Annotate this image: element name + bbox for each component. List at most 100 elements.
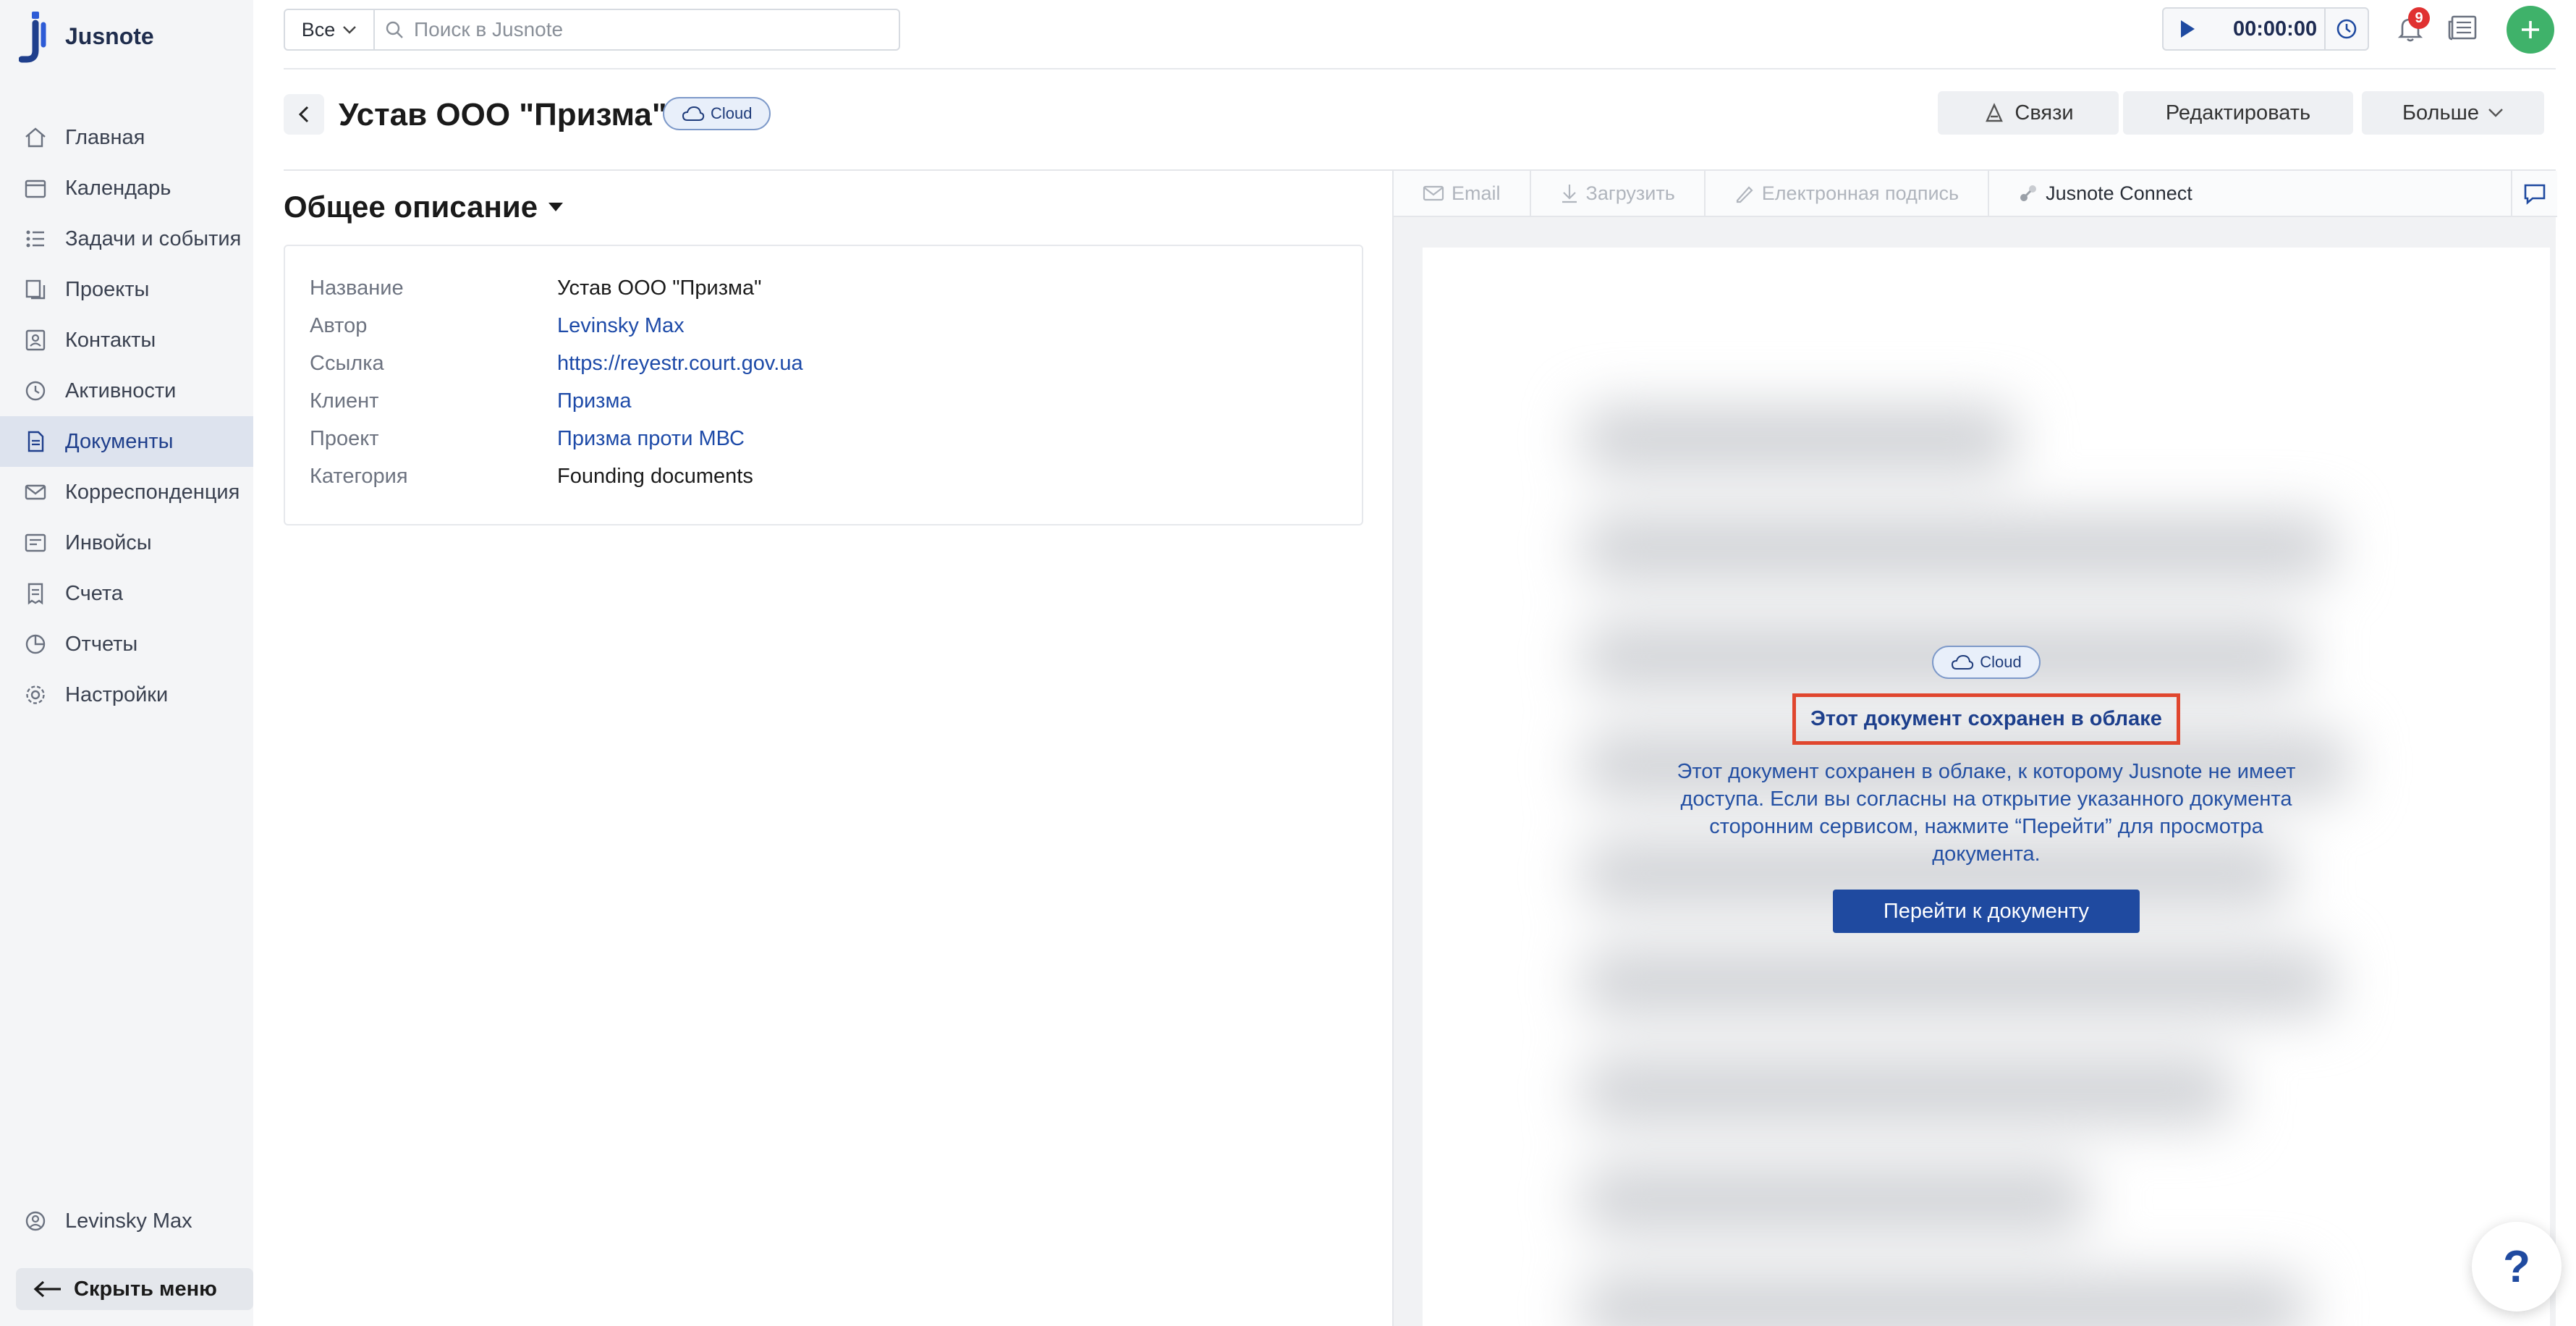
chevron-down-icon <box>2488 109 2503 117</box>
client-link[interactable]: Призма <box>557 389 632 421</box>
hide-menu-label: Скрыть меню <box>74 1277 217 1301</box>
activity-icon <box>25 381 46 401</box>
play-icon <box>2181 20 2195 38</box>
detail-row-author: Автор Levinsky Max <box>310 314 685 346</box>
user-icon <box>25 1211 46 1231</box>
detail-row-client: Клиент Призма <box>310 389 632 421</box>
detail-value: Founding documents <box>557 465 753 488</box>
create-new-button[interactable] <box>2507 6 2554 54</box>
general-description-toggle[interactable]: Общее описание <box>284 190 564 224</box>
email-button[interactable]: Email <box>1394 170 1531 216</box>
reports-icon <box>25 634 46 654</box>
bills-icon <box>27 583 43 605</box>
search-scope-select[interactable]: Все <box>285 10 375 49</box>
sidebar-item-label: Задачи и события <box>65 227 242 250</box>
viewer-toolbar: Email Загрузить Електронная подпись Jusn… <box>1394 170 2557 217</box>
sidebar-item-label: Настройки <box>65 683 169 706</box>
jusnote-connect-button[interactable]: Jusnote Connect <box>1989 170 2221 216</box>
hide-menu-button[interactable]: Скрыть меню <box>16 1268 253 1310</box>
app-logo[interactable]: Jusnote <box>19 9 154 64</box>
sidebar: Jusnote Главная Календарь Задачи и событ… <box>0 0 253 1326</box>
back-button[interactable] <box>284 94 324 135</box>
e-signature-label: Електронная подпись <box>1761 182 1959 204</box>
email-icon <box>1423 185 1444 201</box>
document-preview: Cloud Этот документ сохранен в облаке Эт… <box>1423 248 2550 1326</box>
detail-value: Устав ООО "Призма" <box>557 276 762 300</box>
sidebar-item-correspondence[interactable]: Корреспонденция <box>0 467 253 518</box>
details-card: Название Устав ООО "Призма" Автор Levins… <box>284 245 1363 525</box>
news-icon[interactable] <box>2447 14 2478 42</box>
download-button[interactable]: Загрузить <box>1531 170 1706 216</box>
cloud-badge: Cloud <box>1932 646 2041 679</box>
cloud-icon <box>682 106 705 121</box>
sidebar-item-activity[interactable]: Активности <box>0 366 253 416</box>
calendar-icon <box>25 180 46 198</box>
user-profile[interactable]: Levinsky Max <box>23 1209 192 1233</box>
search-icon <box>386 21 403 38</box>
app-name: Jusnote <box>65 22 154 49</box>
sidebar-item-projects[interactable]: Проекты <box>0 264 253 315</box>
cloud-icon <box>1952 654 1974 670</box>
notifications-badge: 9 <box>2408 7 2430 29</box>
e-signature-button[interactable]: Електронная подпись <box>1706 170 1990 216</box>
plus-icon <box>2522 21 2539 38</box>
timer-value: 00:00:00 <box>2233 17 2318 41</box>
sidebar-item-label: Отчеты <box>65 632 138 656</box>
detail-label: Категория <box>310 465 408 488</box>
comment-icon <box>2524 184 2546 205</box>
search-scope-value: Все <box>301 18 336 41</box>
sidebar-item-reports[interactable]: Отчеты <box>0 619 253 670</box>
tasks-icon <box>26 230 44 248</box>
edit-button[interactable]: Редактировать <box>2123 91 2353 135</box>
global-search: Все <box>284 9 900 51</box>
sidebar-item-calendar[interactable]: Календарь <box>0 163 253 214</box>
detail-label: Название <box>310 276 404 300</box>
email-label: Email <box>1452 182 1501 204</box>
edit-button-label: Редактировать <box>2165 101 2311 124</box>
download-icon <box>1562 185 1577 203</box>
search-input[interactable] <box>414 18 848 41</box>
detail-label: Автор <box>310 314 368 337</box>
go-to-document-button[interactable]: Перейти к документу <box>1833 890 2140 933</box>
help-button[interactable]: ? <box>2472 1222 2562 1312</box>
sidebar-item-settings[interactable]: Настройки <box>0 670 253 720</box>
jusnote-logo-icon <box>19 12 46 63</box>
section-title: Общее описание <box>284 190 538 224</box>
cloud-badge: Cloud <box>663 97 771 130</box>
sidebar-item-label: Инвойсы <box>65 531 152 554</box>
signature-icon <box>1736 186 1753 203</box>
sidebar-item-contacts[interactable]: Контакты <box>0 315 253 366</box>
jusnote-connect-label: Jusnote Connect <box>2046 182 2192 204</box>
links-button[interactable]: Связи <box>1938 91 2119 135</box>
chevron-left-icon <box>298 106 309 123</box>
timer-history-button[interactable] <box>2324 9 2368 49</box>
chevron-down-icon <box>343 26 357 34</box>
links-button-label: Связи <box>2014 101 2074 124</box>
download-label: Загрузить <box>1585 182 1675 204</box>
sidebar-item-home[interactable]: Главная <box>0 112 253 163</box>
detail-row-url: Ссылка https://reyestr.court.gov.ua <box>310 352 803 384</box>
sidebar-item-bills[interactable]: Счета <box>0 568 253 619</box>
time-tracker: 00:00:00 <box>2162 7 2369 51</box>
invoices-icon <box>25 533 46 552</box>
user-name: Levinsky Max <box>65 1209 192 1233</box>
sidebar-item-label: Корреспонденция <box>65 480 240 504</box>
connect-icon <box>2020 185 2037 201</box>
sidebar-item-documents[interactable]: Документы <box>0 416 253 467</box>
project-link[interactable]: Призма проти МВС <box>557 427 745 459</box>
links-icon <box>1986 103 2004 122</box>
comments-button[interactable] <box>2511 171 2557 217</box>
sidebar-item-tasks[interactable]: Задачи и события <box>0 214 253 264</box>
url-link[interactable]: https://reyestr.court.gov.ua <box>557 352 803 384</box>
timer-play-button[interactable] <box>2164 19 2211 39</box>
more-button[interactable]: Больше <box>2362 91 2544 135</box>
search-field <box>375 18 899 41</box>
sidebar-item-label: Календарь <box>65 176 171 200</box>
contacts-icon <box>25 329 46 351</box>
sidebar-item-label: Контакты <box>65 328 156 352</box>
author-link[interactable]: Levinsky Max <box>557 314 685 346</box>
cloud-notice: Cloud Этот документ сохранен в облаке Эт… <box>1423 646 2550 933</box>
projects-icon <box>25 279 46 300</box>
detail-row-project: Проект Призма проти МВС <box>310 427 745 459</box>
sidebar-item-invoices[interactable]: Инвойсы <box>0 518 253 568</box>
